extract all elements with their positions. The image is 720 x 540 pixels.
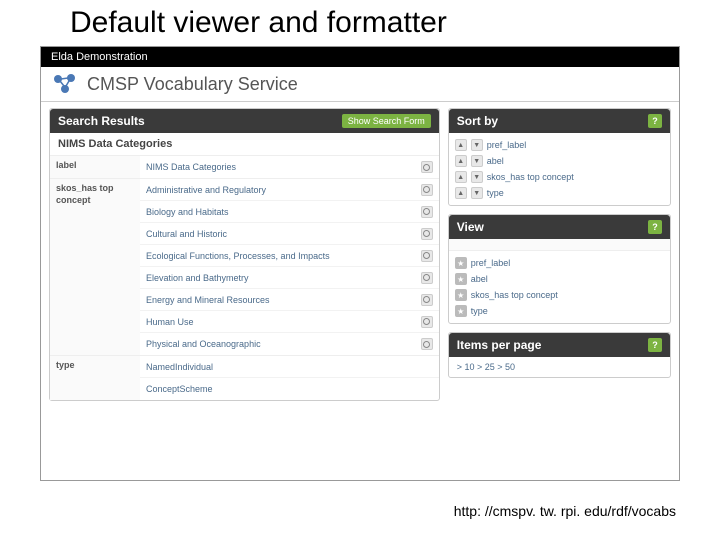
value-text: Ecological Functions, Processes, and Imp…: [146, 251, 330, 261]
view-title: View: [457, 220, 484, 234]
help-icon[interactable]: ?: [648, 338, 662, 352]
result-value[interactable]: Administrative and Regulatory: [140, 179, 439, 201]
sort-label: type: [487, 188, 504, 198]
window-title: Elda Demonstration: [51, 51, 148, 63]
search-results-title: Search Results: [58, 114, 145, 128]
result-value[interactable]: NamedIndividual: [140, 356, 439, 378]
show-search-form-button[interactable]: Show Search Form: [342, 114, 431, 128]
sort-option[interactable]: ▲ ▼ type: [455, 185, 664, 201]
view-option[interactable]: ★ type: [455, 303, 664, 319]
items-per-page-panel: Items per page ? > 10 > 25 > 50: [448, 332, 671, 378]
sort-label: pref_label: [487, 140, 527, 150]
value-text: ConceptScheme: [146, 384, 213, 394]
view-label: type: [471, 306, 488, 316]
blank-row: [449, 239, 670, 251]
result-value[interactable]: Ecological Functions, Processes, and Imp…: [140, 245, 439, 267]
view-option[interactable]: ★ abel: [455, 271, 664, 287]
result-row: label NIMS Data Categories: [50, 156, 439, 179]
result-value[interactable]: Energy and Mineral Resources: [140, 289, 439, 311]
view-label: skos_has top concept: [471, 290, 558, 300]
view-option[interactable]: ★ pref_label: [455, 255, 664, 271]
sort-desc-icon[interactable]: ▼: [471, 155, 483, 167]
row-label: label: [50, 156, 140, 178]
window-title-bar: Elda Demonstration: [41, 47, 679, 67]
value-text: Energy and Mineral Resources: [146, 295, 270, 305]
result-group-title: NIMS Data Categories: [50, 133, 439, 156]
search-results-panel: Search Results Show Search Form NIMS Dat…: [49, 108, 440, 401]
view-label: abel: [471, 274, 488, 284]
sort-option[interactable]: ▲ ▼ skos_has top concept: [455, 169, 664, 185]
magnifier-icon[interactable]: [421, 228, 433, 240]
row-label: skos_has top concept: [50, 179, 140, 355]
star-icon[interactable]: ★: [455, 289, 467, 301]
left-column: Search Results Show Search Form NIMS Dat…: [49, 108, 440, 409]
service-header: CMSP Vocabulary Service: [41, 67, 679, 102]
items-per-page-header: Items per page ?: [449, 333, 670, 357]
sort-by-header: Sort by ?: [449, 109, 670, 133]
sort-by-title: Sort by: [457, 114, 498, 128]
help-icon[interactable]: ?: [648, 220, 662, 234]
slide-title: Default viewer and formatter: [0, 0, 720, 46]
magnifier-icon[interactable]: [421, 338, 433, 350]
result-value[interactable]: Biology and Habitats: [140, 201, 439, 223]
magnifier-icon[interactable]: [421, 184, 433, 196]
logo-icon: [51, 73, 79, 95]
sort-asc-icon[interactable]: ▲: [455, 139, 467, 151]
sort-option[interactable]: ▲ ▼ pref_label: [455, 137, 664, 153]
value-text: Human Use: [146, 317, 194, 327]
items-per-page-title: Items per page: [457, 338, 542, 352]
sort-asc-icon[interactable]: ▲: [455, 155, 467, 167]
star-icon[interactable]: ★: [455, 273, 467, 285]
magnifier-icon[interactable]: [421, 316, 433, 328]
footer-url: http: //cmspv. tw. rpi. edu/rdf/vocabs: [454, 503, 676, 519]
value-text: Elevation and Bathymetry: [146, 273, 249, 283]
value-text: NamedIndividual: [146, 362, 213, 372]
sort-label: abel: [487, 156, 504, 166]
items-per-page-options[interactable]: > 10 > 25 > 50: [449, 357, 670, 377]
magnifier-icon[interactable]: [421, 206, 433, 218]
sort-label: skos_has top concept: [487, 172, 574, 182]
sort-asc-icon[interactable]: ▲: [455, 187, 467, 199]
app-screenshot: Elda Demonstration CMSP Vocabulary Servi…: [40, 46, 680, 481]
value-text: NIMS Data Categories: [146, 162, 236, 172]
content-columns: Search Results Show Search Form NIMS Dat…: [41, 102, 679, 415]
star-icon[interactable]: ★: [455, 305, 467, 317]
sort-asc-icon[interactable]: ▲: [455, 171, 467, 183]
value-text: Biology and Habitats: [146, 207, 229, 217]
magnifier-icon[interactable]: [421, 161, 433, 173]
row-label: type: [50, 356, 140, 400]
view-option[interactable]: ★ skos_has top concept: [455, 287, 664, 303]
result-value[interactable]: Cultural and Historic: [140, 223, 439, 245]
value-text: Physical and Oceanographic: [146, 339, 261, 349]
result-row: skos_has top concept Administrative and …: [50, 179, 439, 356]
result-value[interactable]: Human Use: [140, 311, 439, 333]
result-row: type NamedIndividual ConceptScheme: [50, 356, 439, 400]
help-icon[interactable]: ?: [648, 114, 662, 128]
star-icon[interactable]: ★: [455, 257, 467, 269]
magnifier-icon[interactable]: [421, 272, 433, 284]
view-label: pref_label: [471, 258, 511, 268]
value-text: Administrative and Regulatory: [146, 185, 266, 195]
magnifier-icon[interactable]: [421, 250, 433, 262]
view-panel: View ? ★ pref_label ★ abel ★ skos_has top c…: [448, 214, 671, 324]
sort-desc-icon[interactable]: ▼: [471, 139, 483, 151]
service-title: CMSP Vocabulary Service: [87, 74, 298, 95]
sort-desc-icon[interactable]: ▼: [471, 187, 483, 199]
right-column: Sort by ? ▲ ▼ pref_label ▲ ▼ abel ▲ ▼ skos_has…: [448, 108, 671, 409]
search-results-header: Search Results Show Search Form: [50, 109, 439, 133]
value-text: Cultural and Historic: [146, 229, 227, 239]
sort-desc-icon[interactable]: ▼: [471, 171, 483, 183]
sort-by-panel: Sort by ? ▲ ▼ pref_label ▲ ▼ abel ▲ ▼ skos_has…: [448, 108, 671, 206]
sort-option[interactable]: ▲ ▼ abel: [455, 153, 664, 169]
magnifier-icon[interactable]: [421, 294, 433, 306]
result-value[interactable]: Physical and Oceanographic: [140, 333, 439, 355]
result-value[interactable]: ConceptScheme: [140, 378, 439, 400]
view-header: View ?: [449, 215, 670, 239]
result-value[interactable]: Elevation and Bathymetry: [140, 267, 439, 289]
result-value[interactable]: NIMS Data Categories: [140, 156, 439, 178]
